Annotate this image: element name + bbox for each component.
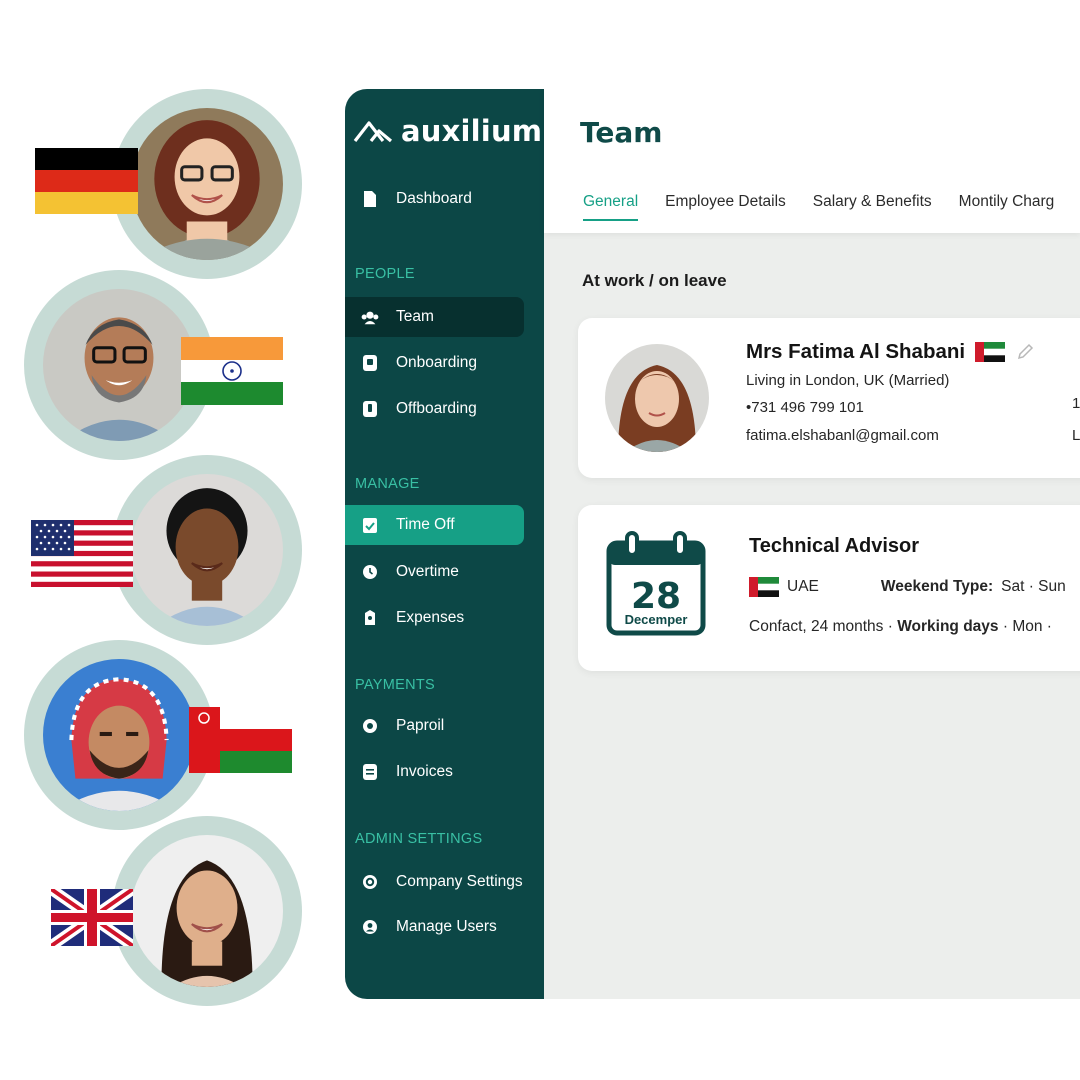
section-label-manage: MANAGE bbox=[355, 476, 420, 492]
app-window: auxilium Dashboard PEOPLE Team Onboardin… bbox=[345, 89, 1080, 999]
time-off-icon bbox=[361, 516, 379, 534]
sidebar-item-team[interactable]: Team bbox=[345, 297, 524, 337]
page-title: Team bbox=[580, 116, 663, 149]
tab-monthly-charges[interactable]: Montily Charg bbox=[959, 193, 1055, 218]
tab-general[interactable]: General bbox=[583, 193, 639, 221]
sidebar-item-payroll[interactable]: Paproil bbox=[345, 706, 524, 746]
role-card[interactable]: 28 Decemper Technical Advisor UAE Weeken… bbox=[578, 505, 1080, 671]
man-keffiyeh-portrait bbox=[43, 659, 195, 811]
uae-flag-icon bbox=[975, 342, 1006, 362]
uae-flag-icon bbox=[749, 577, 779, 597]
weekend-type-label: Weekend Type: bbox=[880, 578, 994, 595]
truncated-value: 1 bbox=[1072, 395, 1080, 412]
avatar bbox=[112, 816, 302, 1006]
role-country-line: UAE Weekend Type: Sat · Sun bbox=[749, 577, 1066, 597]
sidebar-item-invoices[interactable]: Invoices bbox=[345, 752, 524, 792]
offboarding-icon bbox=[361, 400, 379, 418]
tab-employee-details[interactable]: Employee Details bbox=[665, 193, 786, 218]
company-settings-icon bbox=[361, 873, 379, 891]
section-label-people: PEOPLE bbox=[355, 266, 415, 282]
tab-salary-benefits[interactable]: Salary & Benefits bbox=[813, 193, 932, 218]
working-days-value: · Mon · bbox=[1002, 618, 1052, 635]
sidebar-item-offboarding[interactable]: Offboarding bbox=[345, 389, 524, 429]
employee-email[interactable]: fatima.elshabanl@gmail.com bbox=[746, 427, 939, 444]
india-flag-icon bbox=[181, 337, 283, 405]
weekend-type-value: Sat · Sun bbox=[1001, 578, 1066, 595]
invoices-icon bbox=[361, 763, 379, 781]
role-contract-line: Confact, 24 months · Working days · Mon … bbox=[749, 618, 1052, 636]
woman-smiling-portrait bbox=[131, 474, 283, 626]
man-glasses-portrait bbox=[43, 289, 195, 441]
sidebar-item-overtime[interactable]: Overtime bbox=[345, 552, 524, 592]
employee-card[interactable]: Mrs Fatima Al Shabani Living in London, … bbox=[578, 318, 1080, 478]
pencil-icon[interactable] bbox=[1015, 342, 1035, 362]
contract-text: Confact, 24 months · bbox=[749, 618, 893, 635]
tab-bar: General Employee Details Salary & Benefi… bbox=[583, 193, 1055, 221]
overtime-icon bbox=[361, 563, 379, 581]
onboarding-icon bbox=[361, 354, 379, 372]
section-label-payments: PAYMENTS bbox=[355, 677, 436, 693]
country-label: UAE bbox=[787, 578, 819, 595]
manage-users-icon bbox=[361, 918, 379, 936]
woman-long-hair-portrait bbox=[131, 835, 283, 987]
employee-name: Mrs Fatima Al Shabani bbox=[746, 340, 1035, 364]
role-title: Technical Advisor bbox=[749, 535, 920, 557]
section-heading: At work / on leave bbox=[582, 271, 727, 290]
uk-flag-icon bbox=[51, 889, 133, 946]
sidebar: auxilium Dashboard PEOPLE Team Onboardin… bbox=[345, 89, 544, 999]
sidebar-item-expenses[interactable]: Expenses bbox=[345, 598, 524, 638]
brand-logo[interactable]: auxilium bbox=[353, 111, 542, 151]
sidebar-item-dashboard[interactable]: Dashboard bbox=[345, 179, 524, 219]
sidebar-item-time-off[interactable]: Time Off bbox=[345, 505, 524, 545]
page-header: Team General Employee Details Salary & B… bbox=[544, 89, 1080, 233]
usa-flag-icon bbox=[31, 520, 133, 587]
employee-phone: •731 496 799 101 bbox=[746, 399, 864, 416]
sidebar-item-company-settings[interactable]: Company Settings bbox=[345, 862, 524, 902]
germany-flag-icon bbox=[35, 148, 138, 214]
avatar bbox=[24, 640, 214, 830]
oman-flag-icon bbox=[189, 707, 292, 773]
brand-name: auxilium bbox=[401, 114, 543, 148]
calendar-day: 28 bbox=[630, 576, 682, 617]
sidebar-item-onboarding[interactable]: Onboarding bbox=[345, 343, 524, 383]
woman-glasses-portrait bbox=[131, 108, 283, 260]
section-label-admin-settings: ADMIN SETTINGS bbox=[355, 831, 483, 847]
employee-avatar bbox=[605, 344, 709, 452]
working-days-label: Working days bbox=[897, 618, 999, 635]
team-icon bbox=[361, 308, 379, 326]
employee-location: Living in London, UK (Married) bbox=[746, 372, 950, 389]
main-content: Team General Employee Details Salary & B… bbox=[544, 89, 1080, 999]
sidebar-item-manage-users[interactable]: Manage Users bbox=[345, 907, 524, 947]
truncated-value: L bbox=[1072, 427, 1080, 444]
auxilium-logo-icon bbox=[353, 121, 393, 143]
avatar bbox=[112, 455, 302, 645]
document-icon bbox=[361, 190, 379, 208]
payroll-icon bbox=[361, 717, 379, 735]
avatar bbox=[112, 89, 302, 279]
expenses-icon bbox=[361, 609, 379, 627]
calendar-month: Decemper bbox=[624, 612, 688, 627]
